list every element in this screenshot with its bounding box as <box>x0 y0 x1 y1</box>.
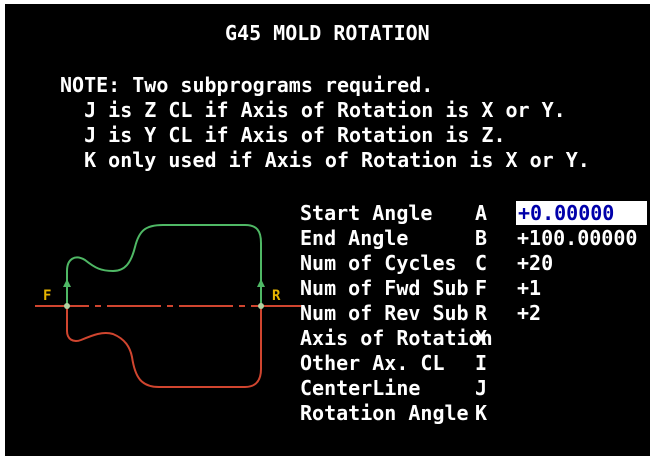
arrow-up-icon <box>63 279 71 287</box>
num-rev-sub-label: Num of Rev Sub <box>300 301 469 325</box>
start-angle-label: Start Angle <box>300 201 433 225</box>
dos-screen: G45 MOLD ROTATION NOTE: Two subprograms … <box>5 4 650 456</box>
end-angle-label: End Angle <box>300 226 409 250</box>
note-line: NOTE: Two subprograms required. <box>60 73 434 97</box>
centerline-key[interactable]: J <box>475 377 487 399</box>
num-cycles-key: C <box>475 251 488 275</box>
start-angle-key: A <box>475 201 488 225</box>
end-angle-value[interactable]: +100.00000 <box>517 227 637 249</box>
arrow-up-icon <box>257 279 265 287</box>
rev-label: R <box>272 288 281 304</box>
rotation-angle-key[interactable]: K <box>475 402 487 424</box>
fwd-label: F <box>43 288 51 304</box>
axis-of-rotation-label: Axis of Rotation <box>300 326 493 350</box>
reverse-path <box>66 306 262 388</box>
note-line: J is Y CL if Axis of Rotation is Z. <box>60 123 506 147</box>
num-cycles-label: Num of Cycles <box>300 251 457 275</box>
num-rev-sub-key: R <box>475 301 488 325</box>
end-marker <box>258 303 264 309</box>
num-fwd-sub-key: F <box>475 276 488 300</box>
centerline-label: CenterLine <box>300 376 421 400</box>
rotation-diagram: F R <box>35 224 301 388</box>
rotation-angle-label: Rotation Angle <box>300 401 469 425</box>
page-title: G45 MOLD ROTATION <box>225 21 430 45</box>
note-line: K only used if Axis of Rotation is X or … <box>60 148 590 172</box>
forward-path <box>66 224 262 306</box>
num-fwd-sub-value[interactable]: +1 <box>517 277 541 299</box>
start-angle-input[interactable] <box>516 201 647 225</box>
num-cycles-value[interactable]: +20 <box>517 252 553 274</box>
axis-of-rotation-key[interactable]: X <box>475 327 487 349</box>
start-marker <box>64 303 70 309</box>
note-line: J is Z CL if Axis of Rotation is X or Y. <box>60 98 566 122</box>
other-ax-cl-key[interactable]: I <box>475 352 487 374</box>
num-fwd-sub-label: Num of Fwd Sub <box>300 276 469 300</box>
other-ax-cl-label: Other Ax. CL <box>300 351 445 375</box>
end-angle-key: B <box>475 226 488 250</box>
num-rev-sub-value[interactable]: +2 <box>517 302 541 324</box>
